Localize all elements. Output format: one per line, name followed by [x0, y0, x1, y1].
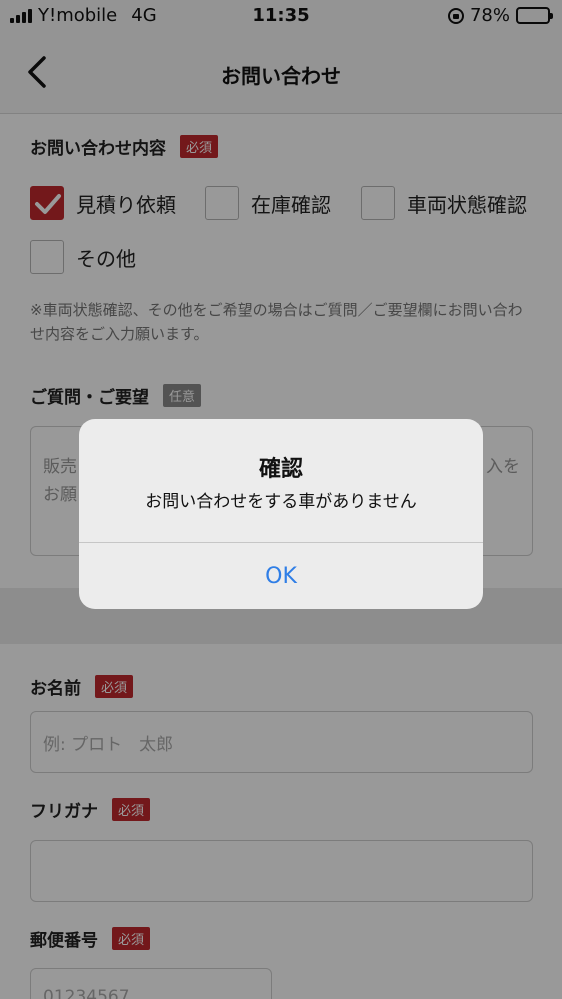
- ok-button[interactable]: OK: [79, 543, 483, 609]
- confirm-alert: 確認 お問い合わせをする車がありません OK: [79, 419, 483, 609]
- alert-title: 確認: [258, 457, 303, 482]
- alert-message: お問い合わせをする車がありません: [145, 492, 417, 512]
